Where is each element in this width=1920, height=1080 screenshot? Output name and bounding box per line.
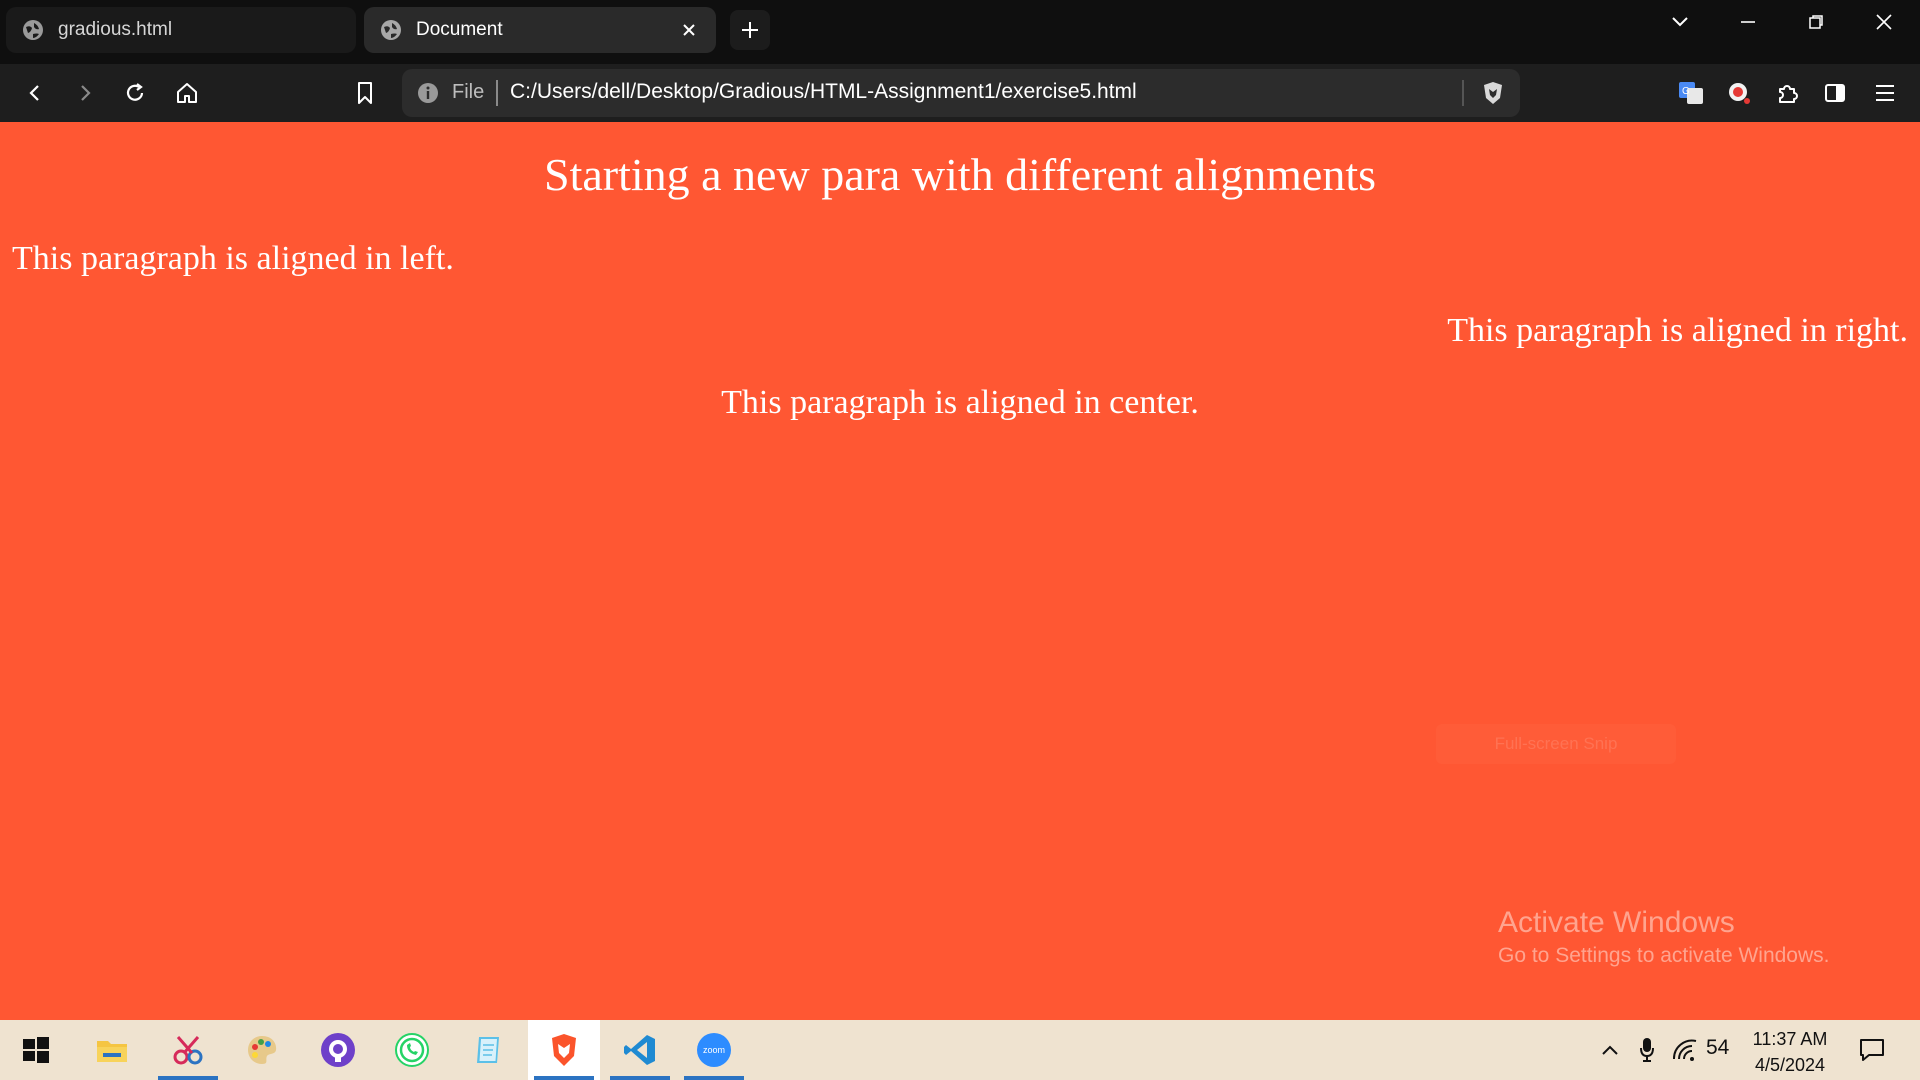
chevron-up-icon bbox=[1602, 1045, 1618, 1055]
url-text[interactable]: C:/Users/dell/Desktop/Gradious/HTML-Assi… bbox=[510, 80, 1137, 104]
globe-icon bbox=[22, 19, 44, 41]
tab-gradious[interactable]: gradious.html bbox=[6, 7, 356, 53]
plus-icon bbox=[742, 22, 758, 38]
wifi-tray[interactable] bbox=[1668, 1020, 1702, 1080]
running-indicator bbox=[684, 1076, 744, 1080]
paragraph-right: This paragraph is aligned in right. bbox=[1447, 312, 1908, 349]
watermark-subtitle: Go to Settings to activate Windows. bbox=[1498, 944, 1830, 967]
taskbar-vscode[interactable] bbox=[604, 1020, 676, 1080]
battery-level[interactable]: 54 bbox=[1706, 1036, 1729, 1060]
close-window-button[interactable] bbox=[1850, 0, 1918, 44]
sidebar-button[interactable] bbox=[1818, 76, 1852, 110]
paragraph-left: This paragraph is aligned in left. bbox=[12, 240, 454, 277]
paint-palette-icon bbox=[248, 1036, 277, 1064]
microphone-icon bbox=[1640, 1038, 1654, 1062]
reload-button[interactable] bbox=[118, 76, 152, 110]
svg-text:G: G bbox=[1682, 86, 1690, 97]
translate-extension[interactable]: G bbox=[1674, 76, 1708, 110]
menu-button[interactable] bbox=[1868, 76, 1902, 110]
back-arrow-icon bbox=[29, 85, 39, 101]
extensions-button[interactable] bbox=[1770, 76, 1804, 110]
windows-logo-icon bbox=[23, 1037, 49, 1063]
running-indicator bbox=[610, 1076, 670, 1080]
restore-button[interactable] bbox=[1782, 0, 1850, 44]
new-tab-button[interactable] bbox=[730, 10, 770, 50]
close-icon bbox=[1876, 14, 1892, 30]
reload-icon bbox=[126, 83, 144, 101]
record-extension[interactable] bbox=[1722, 76, 1756, 110]
taskbar-notepad[interactable] bbox=[452, 1020, 524, 1080]
tab-label: gradious.html bbox=[58, 19, 173, 40]
forward-button[interactable] bbox=[68, 76, 102, 110]
chevron-down-icon bbox=[1672, 17, 1688, 27]
taskbar-snipping-tool[interactable] bbox=[152, 1020, 224, 1080]
home-button[interactable] bbox=[170, 76, 204, 110]
running-indicator bbox=[158, 1076, 218, 1080]
activate-windows-watermark: Activate Windows Go to Settings to activ… bbox=[1498, 906, 1830, 968]
bookmark-icon bbox=[358, 82, 372, 104]
google-translate-icon: G bbox=[1679, 82, 1703, 104]
tab-bar: gradious.html Document bbox=[0, 0, 1920, 64]
page-content: Starting a new para with different align… bbox=[0, 122, 1920, 1020]
close-icon[interactable] bbox=[678, 19, 700, 41]
globe-icon bbox=[380, 19, 402, 41]
zoom-icon-label: zoom bbox=[703, 1045, 725, 1055]
url-divider bbox=[1462, 80, 1464, 106]
browser-toolbar: File C:/Users/dell/Desktop/Gradious/HTML… bbox=[0, 64, 1920, 122]
taskbar-whatsapp[interactable] bbox=[376, 1020, 448, 1080]
notepad-icon bbox=[477, 1037, 499, 1063]
snip-ghost-button[interactable]: Full-screen Snip bbox=[1436, 724, 1676, 764]
taskbar-github-desktop[interactable] bbox=[302, 1020, 374, 1080]
clock-time: 11:37 AM bbox=[1752, 1029, 1828, 1049]
tab-search-button[interactable] bbox=[1646, 0, 1714, 44]
taskbar-file-explorer[interactable] bbox=[76, 1020, 148, 1080]
taskbar-clock[interactable]: 11:37 AM 4/5/2024 bbox=[1740, 1026, 1840, 1078]
tab-document[interactable]: Document bbox=[364, 7, 716, 53]
whatsapp-icon bbox=[395, 1033, 429, 1067]
minimize-button[interactable] bbox=[1714, 0, 1782, 44]
restore-icon bbox=[1809, 15, 1823, 29]
zoom-icon: zoom bbox=[697, 1033, 731, 1067]
taskbar-paint[interactable] bbox=[226, 1020, 298, 1080]
running-indicator bbox=[534, 1076, 594, 1080]
taskbar-brave-browser[interactable] bbox=[528, 1020, 600, 1080]
wifi-icon bbox=[1672, 1039, 1697, 1061]
tab-label: Document bbox=[416, 19, 503, 40]
sidebar-icon bbox=[1825, 84, 1845, 102]
windows-taskbar: zoom 54 11:37 AM 4/5/2024 bbox=[0, 1020, 1920, 1080]
notification-icon bbox=[1860, 1039, 1884, 1061]
home-icon bbox=[177, 83, 197, 103]
taskbar-zoom[interactable]: zoom bbox=[678, 1020, 750, 1080]
folder-icon bbox=[97, 1041, 127, 1062]
puzzle-icon bbox=[1779, 85, 1798, 103]
show-hidden-icons-button[interactable] bbox=[1596, 1020, 1624, 1080]
scissors-icon bbox=[173, 1036, 203, 1065]
address-bar[interactable]: File C:/Users/dell/Desktop/Gradious/HTML… bbox=[402, 69, 1520, 117]
microphone-tray[interactable] bbox=[1632, 1020, 1662, 1080]
hamburger-menu-icon bbox=[1876, 85, 1894, 101]
vscode-icon bbox=[624, 1035, 655, 1065]
start-button[interactable] bbox=[0, 1020, 72, 1080]
brave-lion-icon bbox=[552, 1034, 576, 1066]
url-scheme-label: File bbox=[452, 81, 485, 103]
forward-arrow-icon bbox=[81, 85, 91, 101]
notifications-button[interactable] bbox=[1852, 1020, 1892, 1080]
page-heading: Starting a new para with different align… bbox=[543, 149, 1377, 200]
minimize-icon bbox=[1741, 21, 1755, 23]
brave-shield-icon[interactable] bbox=[1480, 80, 1506, 106]
record-icon bbox=[1729, 83, 1750, 104]
url-divider bbox=[496, 80, 498, 106]
info-icon[interactable] bbox=[416, 81, 440, 105]
clock-date: 4/5/2024 bbox=[1754, 1055, 1826, 1075]
bookmark-button[interactable] bbox=[348, 76, 382, 110]
back-button[interactable] bbox=[18, 76, 52, 110]
github-icon bbox=[321, 1033, 355, 1067]
paragraph-center: This paragraph is aligned in center. bbox=[721, 384, 1199, 421]
watermark-title: Activate Windows bbox=[1498, 906, 1735, 939]
